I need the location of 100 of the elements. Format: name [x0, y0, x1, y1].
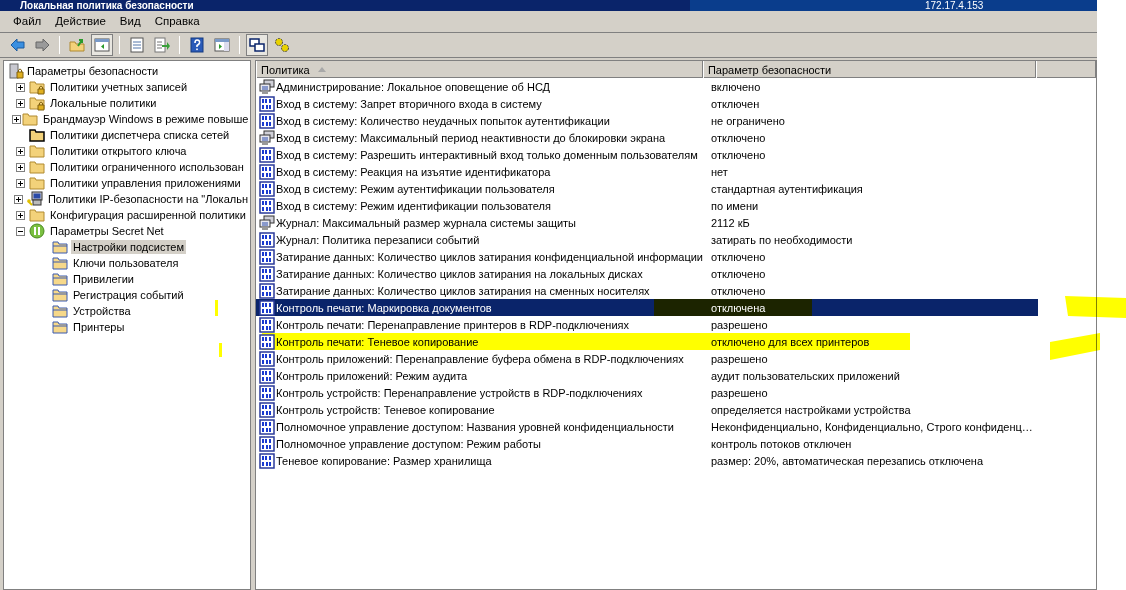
toolbar-button[interactable]: [246, 34, 268, 56]
column-header[interactable]: Параметр безопасности: [702, 61, 1037, 78]
folder-icon: [52, 319, 68, 335]
tree-item[interactable]: Параметры Secret Net: [48, 224, 166, 238]
menu-item[interactable]: Справка: [147, 12, 207, 31]
table-cell: Вход в систему: Режим идентификации пользователя: [276, 198, 551, 213]
tree-item[interactable]: Политики учетных записей: [48, 80, 190, 94]
menu-item[interactable]: Действие: [48, 12, 113, 31]
table-row[interactable]: Полномочное управление доступом: Названия уровней конфиденциальности Неконфиденциально, Конфиденциально, Строго конфиденц…: [256, 418, 1038, 435]
table-row[interactable]: Журнал: Максимальный размер журнала системы защиты 2112 кБ: [256, 214, 1038, 231]
expander-icon[interactable]: [15, 178, 25, 188]
table-cell: отключено для всех принтеров: [711, 334, 870, 349]
tree-item[interactable]: Привилегии: [71, 272, 136, 286]
tree-item[interactable]: Политики открытого ключа: [48, 144, 189, 158]
table-cell: размер: 20%, автоматическая перезапись отключена: [711, 453, 984, 468]
binary-document-icon: [259, 333, 275, 350]
table-cell: включено: [711, 79, 761, 94]
properties-icon: [129, 37, 145, 53]
table-cell: Контроль печати: Теневое копирование: [276, 334, 479, 349]
tree-item[interactable]: Регистрация событий: [71, 288, 186, 302]
table-row[interactable]: Контроль приложений: Режим аудита аудит пользовательских приложений: [256, 367, 1038, 384]
folder-up-icon: [69, 37, 85, 53]
binary-document-icon: [259, 231, 275, 248]
table-cell: стандартная аутентификация: [711, 181, 863, 196]
menu-item[interactable]: Файл: [6, 12, 49, 31]
server-lock-icon: [8, 63, 24, 79]
table-row[interactable]: Контроль устройств: Теневое копирование определяется настройками устройства: [256, 401, 1038, 418]
table-row[interactable]: Затирание данных: Количество циклов затирания конфиденциальной информации отключено: [256, 248, 1038, 265]
table-row[interactable]: Вход в систему: Разрешить интерактивный вход только доменным пользователям отключено: [256, 146, 1038, 163]
windows-icon: [249, 37, 265, 53]
binary-document-icon: [259, 384, 275, 401]
table-cell: нет: [711, 164, 728, 179]
computers-icon: [259, 214, 275, 231]
tree-item[interactable]: Настройки подсистем: [71, 240, 186, 254]
table-cell: Контроль приложений: Режим аудита: [276, 368, 468, 383]
binary-document-icon: [259, 163, 275, 180]
tree-item[interactable]: Политики управления приложениями: [48, 176, 243, 190]
table-row[interactable]: Полномочное управление доступом: Режим работы контроль потоков отключен: [256, 435, 1038, 452]
table-cell: Администрирование: Локальное оповещение об НСД: [276, 79, 551, 94]
tree-item[interactable]: Параметры безопасности: [25, 64, 161, 78]
expander-icon[interactable]: [15, 210, 25, 220]
column-header[interactable]: [1036, 61, 1096, 78]
table-row[interactable]: Вход в систему: Максимальный период неактивности до блокировки экрана отключено: [256, 129, 1038, 146]
tree-item[interactable]: Устройства: [71, 304, 133, 318]
expander-icon[interactable]: [15, 146, 25, 156]
table-row[interactable]: Вход в систему: Количество неудачных попыток аутентификации не ограничено: [256, 112, 1038, 129]
table-cell: Вход в систему: Запрет вторичного входа в систему: [276, 96, 542, 111]
tree-item[interactable]: Политики диспетчера списка сетей: [48, 128, 232, 142]
table-row[interactable]: Контроль печати: Перенаправление принтеров в RDP-подключениях разрешено: [256, 316, 1038, 333]
expander-icon[interactable]: [15, 82, 25, 92]
window-title: Локальная политика безопасности: [20, 0, 194, 11]
expander-icon[interactable]: [15, 162, 25, 172]
table-cell: Контроль печати: Перенаправление принтеров в RDP-подключениях: [276, 317, 629, 332]
table-row[interactable]: Затирание данных: Количество циклов затирания на сменных носителях отключено: [256, 282, 1038, 299]
folder-icon: [29, 143, 45, 159]
table-cell: Полномочное управление доступом: Режим работы: [276, 436, 541, 451]
binary-document-icon: [259, 367, 275, 384]
binary-document-icon: [259, 180, 275, 197]
table-row[interactable]: Администрирование: Локальное оповещение об НСД включено: [256, 78, 1038, 95]
locked-folder-icon: [29, 95, 45, 111]
folder-icon: [52, 303, 68, 319]
table-cell: Затирание данных: Количество циклов затирания на локальных дисках: [276, 266, 643, 281]
tree-item[interactable]: Политики ограниченного использован: [48, 160, 246, 174]
expander-icon[interactable]: [15, 226, 25, 236]
table-cell: отключено: [711, 147, 766, 162]
table-row[interactable]: Вход в систему: Запрет вторичного входа в систему отключен: [256, 95, 1038, 112]
tree-item[interactable]: Принтеры: [71, 320, 127, 334]
column-header[interactable]: Политика: [256, 61, 703, 78]
action-pane-icon: [214, 37, 230, 53]
menu-item[interactable]: Вид: [112, 12, 148, 31]
tree-item[interactable]: Брандмауэр Windows в режиме повыше: [41, 112, 250, 126]
folder-icon: [22, 111, 38, 127]
table-cell: Вход в систему: Максимальный период неактивности до блокировки экрана: [276, 130, 666, 145]
remote-host-label: 172.17.4.153: [925, 0, 984, 11]
highlighter-mark: [215, 300, 218, 316]
table-row[interactable]: Контроль устройств: Перенаправление устройств в RDP-подключениях разрешено: [256, 384, 1038, 401]
binary-document-icon: [259, 282, 275, 299]
table-cell: Вход в систему: Количество неудачных попыток аутентификации: [276, 113, 610, 128]
table-cell: отключено: [711, 249, 766, 264]
tree-item[interactable]: Конфигурация расширенной политики: [48, 208, 248, 222]
tree-item[interactable]: Политики IP-безопасности на "Локальн: [45, 192, 250, 206]
expander-icon[interactable]: [15, 98, 25, 108]
table-row[interactable]: Затирание данных: Количество циклов затирания на локальных дисках отключено: [256, 265, 1038, 282]
table-cell: Вход в систему: Разрешить интерактивный вход только доменным пользователям: [276, 147, 698, 162]
expander-icon[interactable]: [14, 194, 24, 204]
table-row[interactable]: Журнал: Политика перезаписи событий затирать по необходимости: [256, 231, 1038, 248]
table-row[interactable]: Контроль приложений: Перенаправление буфера обмена в RDP-подключениях разрешено: [256, 350, 1038, 367]
table-cell: Контроль устройств: Перенаправление устройств в RDP-подключениях: [276, 385, 643, 400]
table-row[interactable]: Вход в систему: Реакция на изъятие идентификатора нет: [256, 163, 1038, 180]
table-row[interactable]: Контроль печати: Маркировка документов отключена: [256, 299, 1038, 316]
table-cell: Вход в систему: Режим аутентификации пользователя: [276, 181, 555, 196]
binary-document-icon: [259, 401, 275, 418]
table-row[interactable]: Вход в систему: Режим аутентификации пользователя стандартная аутентификация: [256, 180, 1038, 197]
table-row[interactable]: Теневое копирование: Размер хранилища размер: 20%, автоматическая перезапись отключена: [256, 452, 1038, 469]
expander-icon[interactable]: [12, 114, 21, 124]
table-row[interactable]: Вход в систему: Режим идентификации пользователя по имени: [256, 197, 1038, 214]
tree-item[interactable]: Локальные политики: [48, 96, 159, 110]
folder-icon: [29, 175, 45, 191]
tree-item[interactable]: Ключи пользователя: [71, 256, 181, 270]
binary-document-icon: [259, 265, 275, 282]
